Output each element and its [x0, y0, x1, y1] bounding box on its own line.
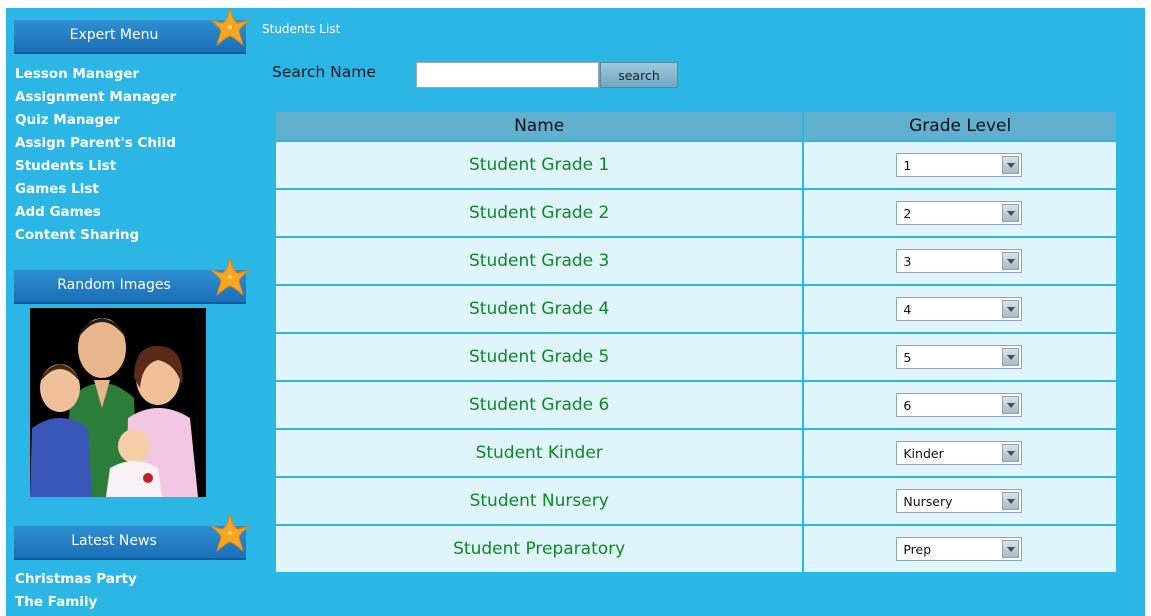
expert-menu-title: Expert Menu [69, 27, 159, 43]
grade-level-value: 5 [903, 350, 912, 365]
grade-level-select[interactable]: 1 [896, 153, 1023, 177]
search-label: Search Name [272, 63, 376, 81]
table-row: Student Grade 3 3 [273, 236, 1118, 286]
grade-level-cell: 6 [802, 380, 1118, 430]
menu-item-quiz-manager[interactable]: Quiz Manager [15, 109, 176, 132]
grade-level-value: Nursery [903, 494, 953, 509]
grade-level-value: 1 [903, 158, 912, 173]
menu-item-content-sharing[interactable]: Content Sharing [15, 224, 176, 247]
starfish-icon [210, 512, 250, 552]
chevron-down-icon[interactable] [1002, 252, 1020, 270]
chevron-down-icon[interactable] [1002, 444, 1020, 462]
grade-level-value: 6 [903, 398, 912, 413]
grade-level-value: 3 [903, 254, 912, 269]
news-item-christmas-party[interactable]: Christmas Party [15, 568, 137, 591]
name-column-header: Name [273, 110, 805, 142]
expert-menu: Lesson Manager Assignment Manager Quiz Man… [15, 63, 176, 247]
grade-level-select[interactable]: 5 [896, 345, 1023, 369]
chevron-down-icon[interactable] [1002, 396, 1020, 414]
grade-level-cell: 3 [802, 236, 1118, 286]
table-row: Student Grade 5 5 [273, 332, 1118, 382]
grade-level-select[interactable]: Nursery [896, 489, 1023, 513]
latest-news-title: Latest News [71, 533, 157, 549]
breadcrumb[interactable]: Students List [262, 22, 340, 36]
latest-news-header: Latest News [14, 526, 246, 560]
news-item-the-family[interactable]: The Family [15, 591, 137, 614]
menu-item-games-list[interactable]: Games List [15, 178, 176, 201]
grade-level-value: 2 [903, 206, 912, 221]
menu-item-lesson-manager[interactable]: Lesson Manager [15, 63, 176, 86]
student-name[interactable]: Student Grade 5 [273, 332, 805, 382]
grade-level-cell: 2 [802, 188, 1118, 238]
search-input[interactable] [416, 62, 599, 88]
student-name[interactable]: Student Grade 6 [273, 380, 805, 430]
table-row: Student Preparatory Prep [273, 524, 1118, 574]
grade-level-select[interactable]: Prep [896, 537, 1023, 561]
table-row: Student Nursery Nursery [273, 476, 1118, 526]
student-name[interactable]: Student Preparatory [273, 524, 805, 574]
expert-menu-header: Expert Menu [14, 20, 246, 54]
grade-level-cell: 5 [802, 332, 1118, 382]
student-name[interactable]: Student Grade 1 [273, 140, 805, 190]
random-images-title: Random Images [57, 277, 171, 293]
grade-level-select[interactable]: 6 [896, 393, 1023, 417]
menu-item-assign-parent-s-child[interactable]: Assign Parent's Child [15, 132, 176, 155]
student-name[interactable]: Student Grade 4 [273, 284, 805, 334]
table-row: Student Kinder Kinder [273, 428, 1118, 478]
student-name[interactable]: Student Nursery [273, 476, 805, 526]
chevron-down-icon[interactable] [1002, 300, 1020, 318]
grade-level-cell: Prep [802, 524, 1118, 574]
grade-level-value: Kinder [903, 446, 944, 461]
table-row: Student Grade 2 2 [273, 188, 1118, 238]
page-frame: Expert Menu Lesson Manager Assignment Man… [6, 8, 1145, 616]
chevron-down-icon[interactable] [1002, 156, 1020, 174]
table-header-row: Name Grade Level [273, 110, 1118, 142]
random-images-header: Random Images [14, 270, 246, 304]
family-image[interactable] [30, 308, 206, 497]
grade-level-column-header: Grade Level [802, 110, 1118, 142]
grade-level-value: Prep [903, 542, 932, 557]
grade-level-select[interactable]: 2 [896, 201, 1023, 225]
search-button[interactable]: search [600, 62, 678, 88]
table-row: Student Grade 1 1 [273, 140, 1118, 190]
table-row: Student Grade 6 6 [273, 380, 1118, 430]
grade-level-cell: 1 [802, 140, 1118, 190]
grade-level-select[interactable]: 4 [896, 297, 1023, 321]
chevron-down-icon[interactable] [1002, 204, 1020, 222]
chevron-down-icon[interactable] [1002, 492, 1020, 510]
latest-news-list: Christmas Party The Family [15, 568, 137, 614]
student-name[interactable]: Student Grade 3 [273, 236, 805, 286]
menu-item-assignment-manager[interactable]: Assignment Manager [15, 86, 176, 109]
student-name[interactable]: Student Grade 2 [273, 188, 805, 238]
grade-level-cell: 4 [802, 284, 1118, 334]
grade-level-select[interactable]: 3 [896, 249, 1023, 273]
grade-level-cell: Nursery [802, 476, 1118, 526]
grade-level-select[interactable]: Kinder [896, 441, 1023, 465]
grade-level-cell: Kinder [802, 428, 1118, 478]
student-name[interactable]: Student Kinder [273, 428, 805, 478]
grade-level-value: 4 [903, 302, 912, 317]
menu-item-students-list[interactable]: Students List [15, 155, 176, 178]
table-row: Student Grade 4 4 [273, 284, 1118, 334]
students-table: Name Grade Level Student Grade 1 1 Student… [273, 110, 1118, 574]
chevron-down-icon[interactable] [1002, 540, 1020, 558]
menu-item-add-games[interactable]: Add Games [15, 201, 176, 224]
chevron-down-icon[interactable] [1002, 348, 1020, 366]
starfish-icon [210, 8, 250, 46]
starfish-icon [210, 256, 250, 296]
